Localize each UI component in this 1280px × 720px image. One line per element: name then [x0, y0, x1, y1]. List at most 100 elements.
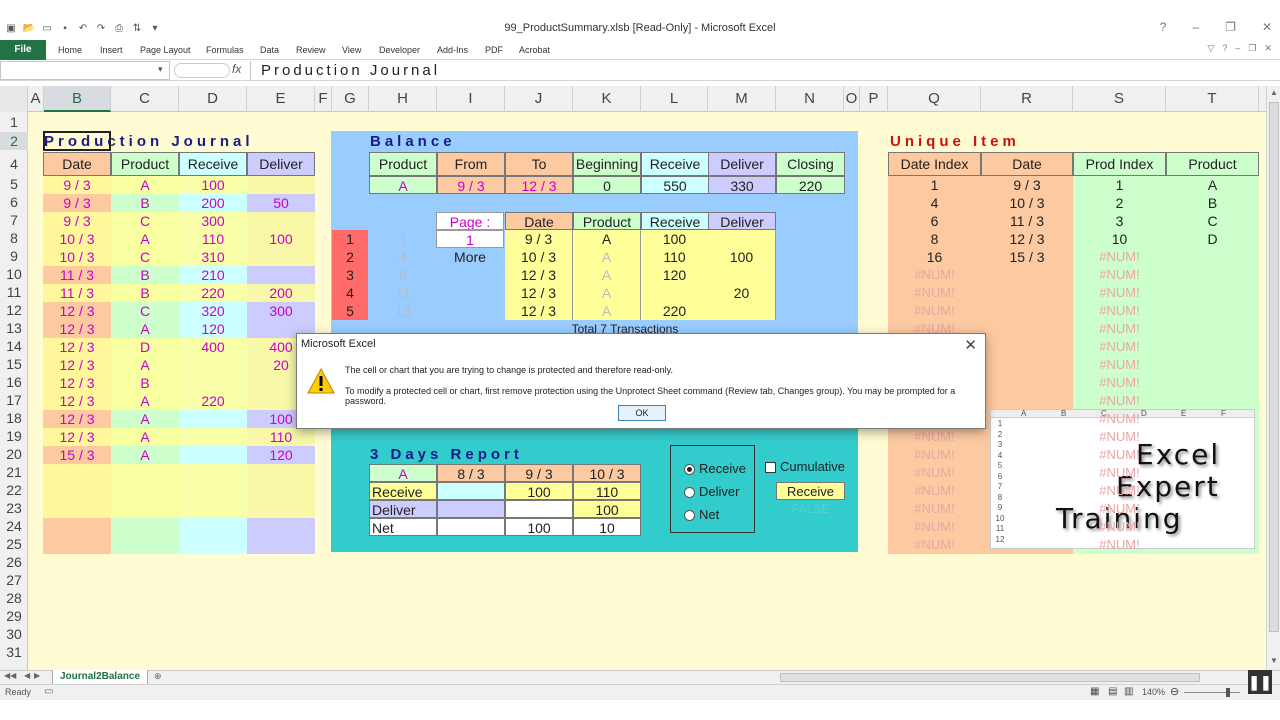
balance-value[interactable]: 9 / 3 [437, 176, 505, 194]
journal-deliver-cell[interactable] [247, 212, 315, 230]
unique-prod-index-cell[interactable]: #NUM! [1073, 338, 1166, 356]
row-header[interactable]: 19 [0, 428, 28, 444]
unique-date-cell[interactable]: 11 / 3 [981, 212, 1073, 230]
row-header[interactable]: 28 [0, 590, 28, 606]
unique-date-index-cell[interactable]: #NUM! [888, 500, 981, 518]
column-header-b[interactable]: B [44, 86, 111, 112]
journal-receive-cell[interactable]: 110 [179, 230, 247, 248]
journal-product-cell[interactable]: C [111, 212, 179, 230]
tab-page-layout[interactable]: Page Layout [140, 40, 191, 60]
transaction-cell[interactable]: A [573, 302, 641, 320]
tab-developer[interactable]: Developer [379, 40, 420, 60]
column-header-e[interactable]: E [247, 86, 315, 112]
journal-product-cell[interactable]: C [111, 248, 179, 266]
zoom-slider[interactable] [1184, 692, 1240, 693]
row-header[interactable]: 13 [0, 320, 28, 336]
column-header-k[interactable]: K [573, 86, 641, 112]
transaction-cell[interactable]: 12 / 3 [505, 284, 573, 302]
tab-acrobat[interactable]: Acrobat [519, 40, 550, 60]
unique-prod-index-cell[interactable]: #NUM! [1073, 284, 1166, 302]
name-box[interactable] [0, 61, 170, 80]
zoom-out-icon[interactable]: ⊖ [1170, 685, 1179, 698]
formula-bar-expander[interactable] [174, 63, 230, 78]
journal-product-cell[interactable]: A [111, 320, 179, 338]
row-header[interactable]: 8 [0, 230, 28, 246]
cumulative-label[interactable]: Cumulative [780, 458, 850, 476]
report-option-label[interactable]: Net [699, 506, 751, 524]
journal-product-cell[interactable]: D [111, 338, 179, 356]
report-option-radio[interactable] [684, 464, 695, 475]
unique-prod-index-cell[interactable]: #NUM! [1073, 536, 1166, 554]
pause-icon[interactable]: ❚❚ [1248, 670, 1272, 694]
formula-input[interactable]: Production Journal [250, 61, 1268, 80]
transaction-cell[interactable]: 12 / 3 [505, 302, 573, 320]
unique-prod-index-cell[interactable]: #NUM! [1073, 428, 1166, 446]
unique-date-index-cell[interactable]: #NUM! [888, 446, 981, 464]
transaction-cell[interactable] [708, 230, 776, 248]
scroll-thumb[interactable] [1269, 102, 1279, 632]
unique-product-cell[interactable]: B [1166, 194, 1259, 212]
unique-prod-index-cell[interactable]: #NUM! [1073, 464, 1166, 482]
journal-product-cell[interactable]: C [111, 302, 179, 320]
scroll-up-icon[interactable]: ▲ [1270, 88, 1278, 97]
active-cell-b2[interactable] [43, 131, 111, 151]
unique-date-index-cell[interactable]: #NUM! [888, 266, 981, 284]
journal-receive-cell[interactable] [179, 446, 247, 464]
unique-date-cell[interactable]: 12 / 3 [981, 230, 1073, 248]
row-header[interactable]: 20 [0, 446, 28, 462]
unique-date-index-cell[interactable]: 16 [888, 248, 981, 266]
row-header[interactable]: 12 [0, 302, 28, 318]
column-header-n[interactable]: N [776, 86, 844, 112]
row-header[interactable]: 16 [0, 374, 28, 390]
tab-review[interactable]: Review [296, 40, 326, 60]
sheet-tab-journal2balance[interactable]: Journal2Balance [52, 670, 148, 685]
column-header-r[interactable]: R [981, 86, 1073, 112]
journal-deliver-cell[interactable] [247, 266, 315, 284]
column-header-q[interactable]: Q [888, 86, 981, 112]
tab-formulas[interactable]: Formulas [206, 40, 244, 60]
balance-value[interactable]: 220 [776, 176, 845, 194]
row-header[interactable]: 24 [0, 518, 28, 534]
journal-product-cell[interactable]: A [111, 392, 179, 410]
journal-date-cell[interactable]: 9 / 3 [43, 176, 111, 194]
row-header[interactable]: 14 [0, 338, 28, 354]
restore-icon[interactable]: ❐ [1225, 20, 1236, 34]
zoom-level[interactable]: 140% [1142, 687, 1165, 697]
journal-date-cell[interactable]: 12 / 3 [43, 410, 111, 428]
row-header[interactable]: 11 [0, 284, 28, 300]
column-header-h[interactable]: H [369, 86, 437, 112]
journal-product-cell[interactable]: B [111, 374, 179, 392]
unique-date-index-cell[interactable]: #NUM! [888, 482, 981, 500]
journal-receive-cell[interactable] [179, 410, 247, 428]
minimize-icon[interactable]: – [1192, 20, 1199, 34]
unique-date-cell[interactable]: 15 / 3 [981, 248, 1073, 266]
journal-receive-cell[interactable] [179, 428, 247, 446]
unique-prod-index-cell[interactable]: #NUM! [1073, 446, 1166, 464]
journal-deliver-cell[interactable]: 100 [247, 230, 315, 248]
column-header-i[interactable]: I [437, 86, 505, 112]
journal-product-cell[interactable]: A [111, 176, 179, 194]
journal-date-cell[interactable]: 10 / 3 [43, 248, 111, 266]
balance-value[interactable]: 550 [641, 176, 709, 194]
unique-prod-index-cell[interactable]: #NUM! [1073, 482, 1166, 500]
journal-receive-cell[interactable] [179, 356, 247, 374]
unique-prod-index-cell[interactable]: #NUM! [1073, 266, 1166, 284]
row-header[interactable]: 10 [0, 266, 28, 282]
fx-icon[interactable]: fx [232, 62, 241, 76]
row-header[interactable]: 1 [0, 114, 28, 130]
journal-product-cell[interactable]: B [111, 266, 179, 284]
journal-date-cell[interactable]: 12 / 3 [43, 320, 111, 338]
transaction-cell[interactable]: A [573, 248, 641, 266]
journal-receive-cell[interactable]: 220 [179, 284, 247, 302]
journal-receive-cell[interactable]: 300 [179, 212, 247, 230]
column-header-m[interactable]: M [708, 86, 776, 112]
journal-receive-cell[interactable]: 220 [179, 392, 247, 410]
journal-date-cell[interactable]: 10 / 3 [43, 230, 111, 248]
transaction-cell[interactable]: 120 [641, 266, 709, 284]
journal-product-cell[interactable]: B [111, 194, 179, 212]
journal-date-cell[interactable]: 9 / 3 [43, 212, 111, 230]
journal-receive-cell[interactable]: 200 [179, 194, 247, 212]
unique-prod-index-cell[interactable]: 2 [1073, 194, 1166, 212]
journal-receive-cell[interactable]: 310 [179, 248, 247, 266]
balance-value[interactable]: A [369, 176, 437, 194]
